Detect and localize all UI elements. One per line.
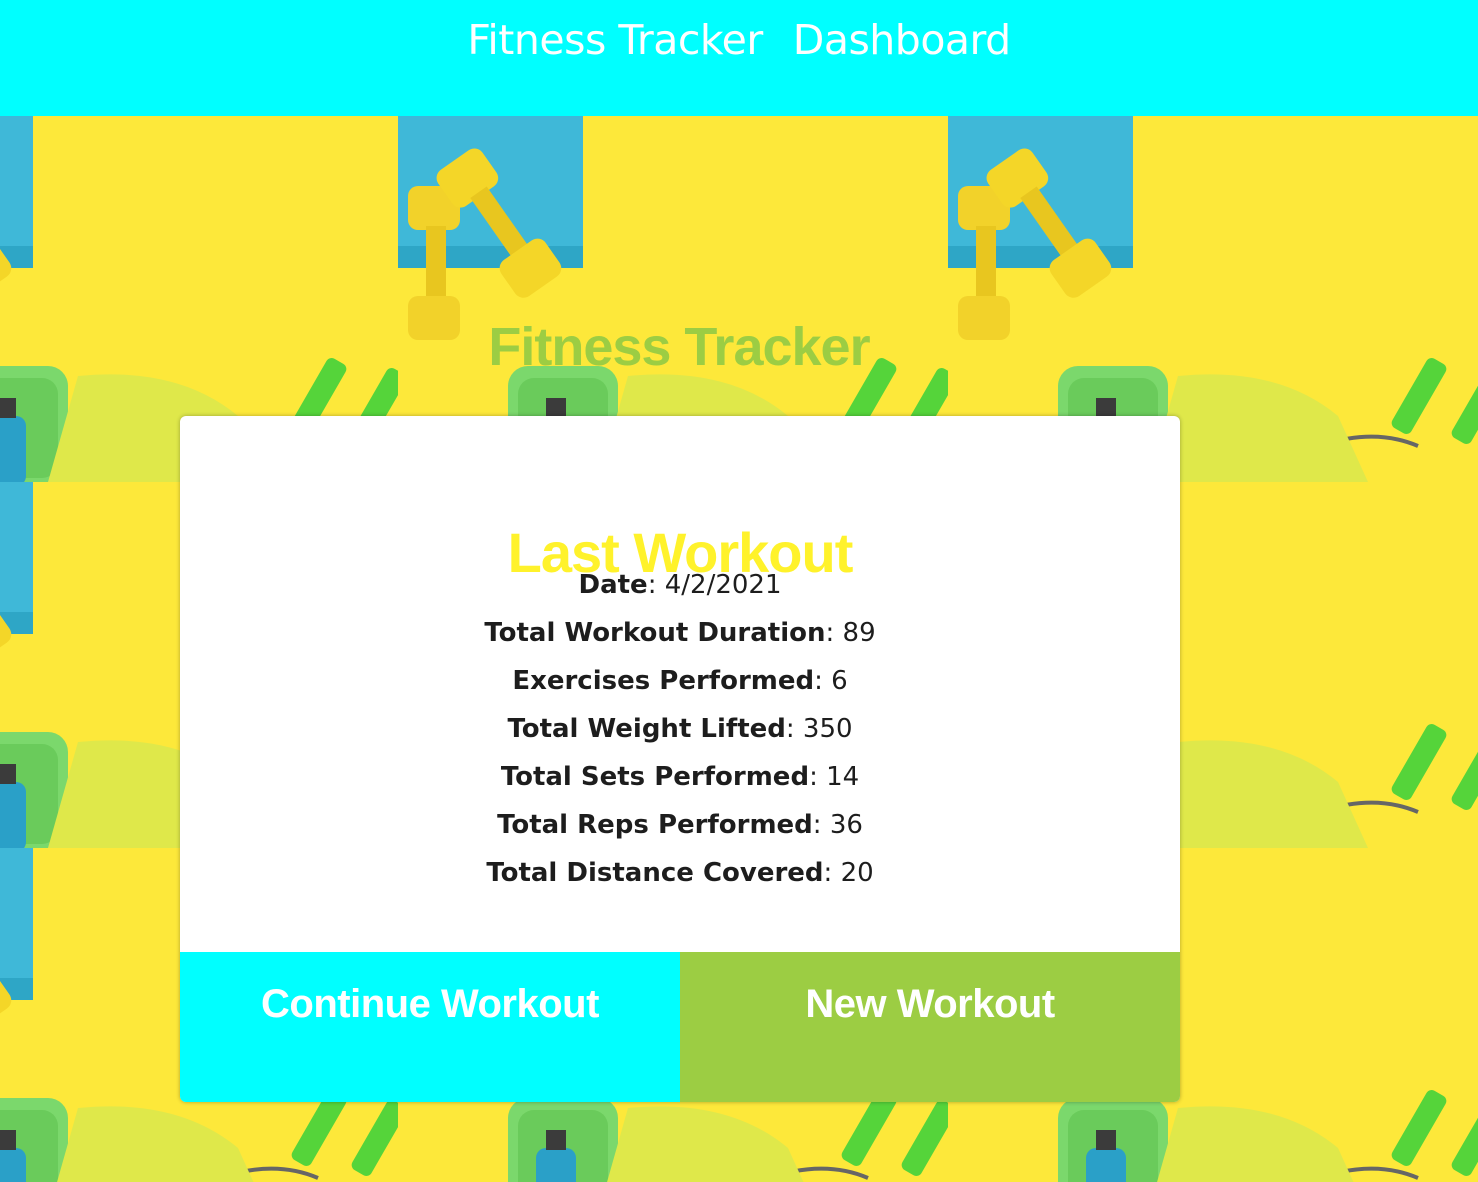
- stat-value: 4/2/2021: [664, 570, 782, 600]
- stat-total-workout-duration: Total Workout Duration: 89: [484, 618, 876, 648]
- page: Fitness Tracker Dashboard Fitness Tracker…: [0, 0, 1478, 1182]
- stat-total-reps-performed: Total Reps Performed: 36: [497, 810, 863, 840]
- top-navbar: Fitness Tracker Dashboard: [0, 0, 1478, 116]
- stat-total-weight-lifted: Total Weight Lifted: 350: [507, 714, 853, 744]
- stat-label: Total Distance Covered: [486, 858, 824, 888]
- stat-value: 350: [802, 714, 853, 744]
- stat-label: Total Workout Duration: [484, 618, 826, 648]
- stat-value: 89: [842, 618, 876, 648]
- stat-total-sets-performed: Total Sets Performed: 14: [500, 762, 860, 792]
- continue-workout-label: Continue Workout: [261, 982, 599, 1026]
- workout-stats-list: Date: 4/2/2021 Total Workout Duration: 8…: [180, 566, 1180, 902]
- new-workout-button[interactable]: New Workout: [680, 952, 1180, 1102]
- nav-links: Fitness Tracker Dashboard: [0, 16, 1478, 64]
- stat-label: Total Reps Performed: [497, 810, 813, 840]
- towel-icon: [0, 848, 33, 1000]
- stat-value: 6: [831, 666, 848, 696]
- stat-date: Date: 4/2/2021: [578, 570, 782, 600]
- stat-label: Date: [578, 570, 648, 600]
- stat-exercises-performed: Exercises Performed: 6: [512, 666, 848, 696]
- towel-icon: [0, 482, 33, 634]
- nav-link-dashboard[interactable]: Dashboard: [793, 16, 1011, 64]
- stat-label: Exercises Performed: [512, 666, 815, 696]
- stat-label: Total Weight Lifted: [507, 714, 786, 744]
- last-workout-card: Last Workout Date: 4/2/2021 Total Workou…: [180, 416, 1180, 1102]
- hero-title: Fitness Tracker: [488, 317, 870, 378]
- stat-value: 36: [829, 810, 863, 840]
- stat-value: 20: [840, 858, 874, 888]
- nav-link-fitness-tracker[interactable]: Fitness Tracker: [467, 16, 763, 64]
- towel-icon: [0, 116, 33, 268]
- continue-workout-button[interactable]: Continue Workout: [180, 952, 680, 1102]
- stat-total-distance-covered: Total Distance Covered: 20: [486, 858, 874, 888]
- new-workout-label: New Workout: [805, 982, 1055, 1026]
- stat-label: Total Sets Performed: [500, 762, 810, 792]
- stat-value: 14: [826, 762, 860, 792]
